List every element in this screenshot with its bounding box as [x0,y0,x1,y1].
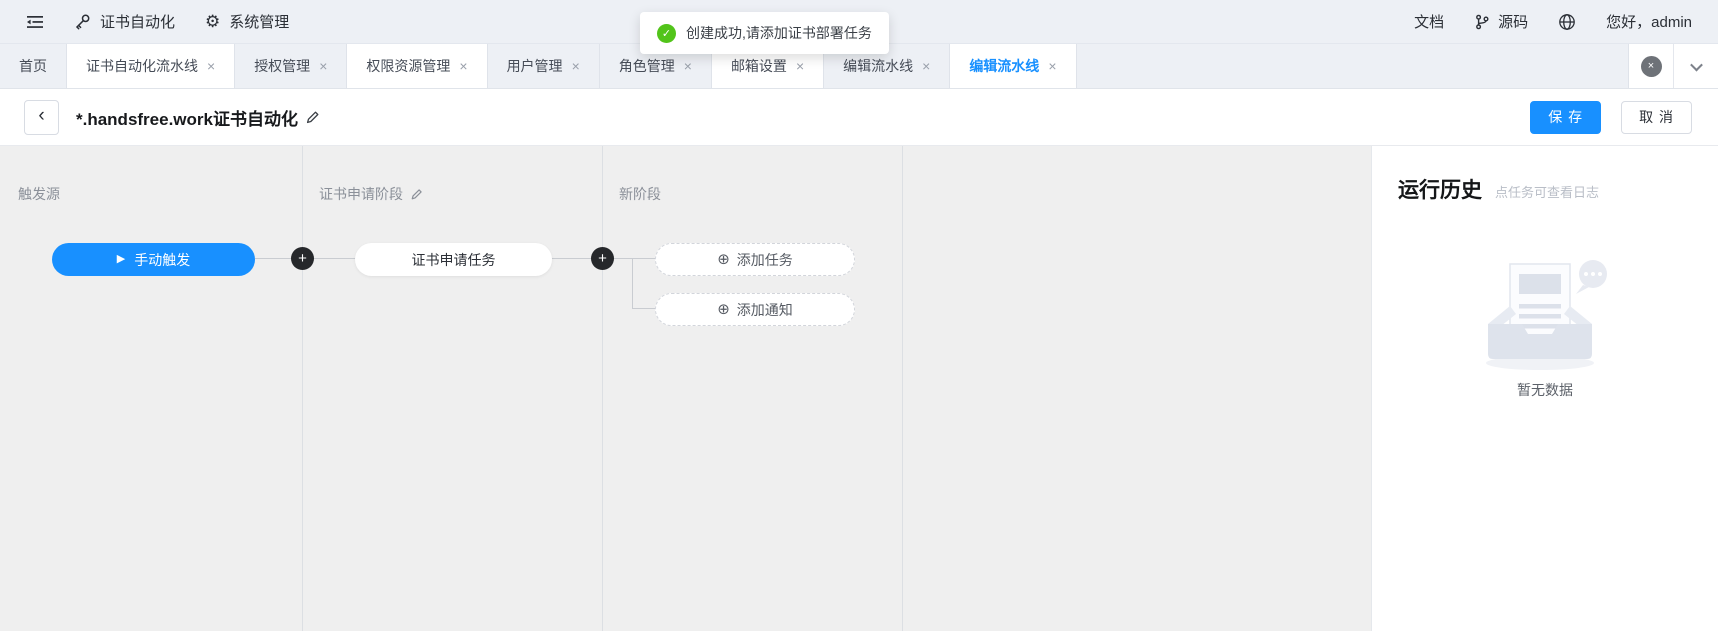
source-label: 源码 [1498,11,1528,32]
edit-pencil-icon[interactable] [410,188,423,201]
workspace: 触发源 证书申请阶段 新阶段 + + ▶ 手动触发 证书申请任务 ⊕ 添加任务 [0,146,1718,631]
tab-cert-pipelines[interactable]: 证书自动化流水线× [67,44,235,88]
column-divider [902,146,903,631]
run-history-panel: 运行历史 点任务可查看日志 [1371,146,1718,631]
run-history-title: 运行历史 [1398,174,1482,204]
close-icon[interactable]: × [796,59,804,73]
globe-icon[interactable] [1558,13,1576,31]
close-icon[interactable]: × [319,59,327,73]
close-icon[interactable]: × [572,59,580,73]
git-branch-icon [1474,14,1490,30]
empty-inbox-illustration [1470,254,1620,372]
add-task-button[interactable]: ⊕ 添加任务 [655,243,855,276]
success-toast: ✓ 创建成功,请添加证书部署任务 [640,12,889,54]
column-header-trigger-source: 触发源 [18,184,60,204]
gear-icon: ⚙ [205,12,220,32]
connector-line [632,308,655,309]
column-header-cert-request-stage: 证书申请阶段 [319,184,423,204]
column-divider [302,146,303,631]
empty-text: 暂无数据 [1517,380,1573,400]
add-stage-plus-button[interactable]: + [591,247,614,270]
pipeline-title-bar: ‹ *.handsfree.work证书自动化 保 存 取 消 [0,89,1718,146]
nav-module-system-management[interactable]: ⚙ 系统管理 [205,11,289,32]
save-button[interactable]: 保 存 [1530,101,1601,134]
pipeline-name: *.handsfree.work证书自动化 [76,105,298,130]
add-stage-plus-button[interactable]: + [291,247,314,270]
close-icon[interactable]: × [1048,59,1056,73]
run-history-subtitle: 点任务可查看日志 [1495,182,1599,201]
edit-pencil-icon[interactable] [305,110,320,125]
add-notification-button[interactable]: ⊕ 添加通知 [655,293,855,326]
plus-circle-icon: ⊕ [717,302,730,317]
cert-request-task-node[interactable]: 证书申请任务 [355,243,552,276]
empty-state: 暂无数据 [1372,254,1718,400]
key-icon [74,13,91,30]
column-divider [602,146,603,631]
close-icon[interactable]: × [684,59,692,73]
chevron-down-icon [1690,58,1703,71]
close-icon[interactable]: × [459,59,467,73]
tab-controls: × [1628,44,1718,88]
menu-fold-icon[interactable] [26,13,44,31]
connector-line [632,258,633,309]
tab-menu-button[interactable] [1674,44,1718,88]
nav-module-cert-automation[interactable]: 证书自动化 [74,11,175,32]
close-circle-icon: × [1641,56,1662,77]
tab-permission-resources[interactable]: 权限资源管理× [347,44,487,88]
toast-message: 创建成功,请添加证书部署任务 [686,23,872,43]
tab-user-management[interactable]: 用户管理× [488,44,600,88]
docs-link[interactable]: 文档 [1414,11,1444,32]
user-greeting[interactable]: 您好，admin [1606,11,1692,32]
close-icon[interactable]: × [922,59,930,73]
manual-trigger-node[interactable]: ▶ 手动触发 [52,243,255,276]
tab-auth-management[interactable]: 授权管理× [235,44,347,88]
source-link[interactable]: 源码 [1474,11,1528,32]
nav-module-label: 证书自动化 [100,11,175,32]
tab-home[interactable]: 首页 [0,44,67,88]
back-button[interactable]: ‹ [24,100,59,135]
close-all-tabs-button[interactable]: × [1629,44,1673,88]
play-icon: ▶ [117,254,125,265]
plus-circle-icon: ⊕ [717,252,730,267]
nav-module-label: 系统管理 [229,11,289,32]
column-header-new-stage: 新阶段 [619,184,661,204]
pipeline-canvas: 触发源 证书申请阶段 新阶段 + + ▶ 手动触发 证书申请任务 ⊕ 添加任务 [0,146,1371,631]
run-history-header: 运行历史 点任务可查看日志 [1398,174,1718,204]
speech-bubble [1576,260,1607,294]
tab-edit-pipeline-2-active[interactable]: 编辑流水线× [950,44,1076,88]
success-check-icon: ✓ [657,24,676,43]
page-title: *.handsfree.work证书自动化 [76,105,320,130]
close-icon[interactable]: × [207,59,215,73]
cancel-button[interactable]: 取 消 [1621,101,1692,134]
